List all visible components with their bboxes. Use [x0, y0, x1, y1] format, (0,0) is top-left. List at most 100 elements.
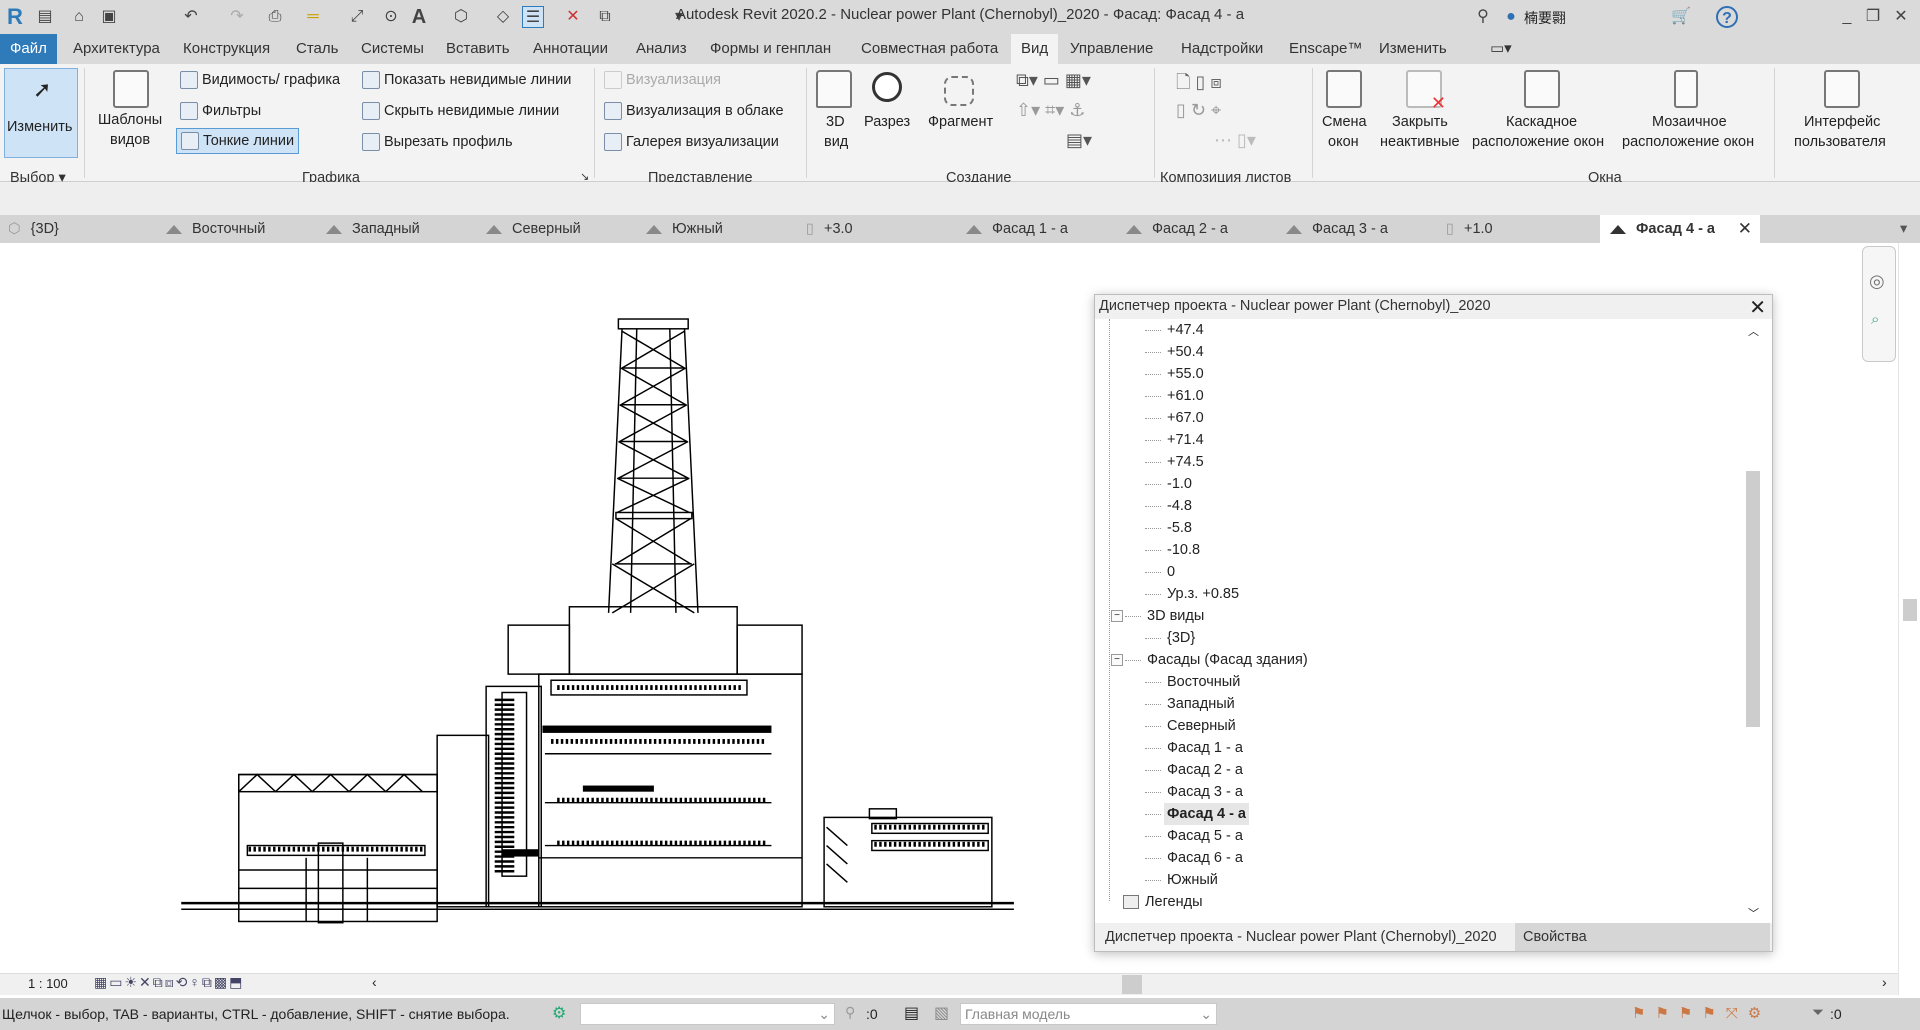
close-inactive-icon[interactable]: ✕ [1406, 70, 1446, 113]
schedule-icon[interactable]: ▤▾ [1066, 130, 1092, 151]
level-item[interactable]: -1.0 [1167, 473, 1192, 495]
view-templates-label-1[interactable]: Шаблоны [98, 112, 162, 128]
view-tab-north[interactable]: Северный [486, 215, 581, 243]
tab-systems[interactable]: Системы [351, 34, 434, 64]
view-templates-label-2[interactable]: видов [110, 132, 150, 148]
view-tab-facade-2[interactable]: Фасад 2 - а [1126, 215, 1228, 243]
create-small-icons[interactable]: ⧉▾ ▭ ▦▾ [1016, 70, 1091, 91]
tab-structure[interactable]: Конструкция [173, 34, 280, 64]
scale-button[interactable]: 1 : 100 [28, 976, 68, 991]
level-item[interactable]: +71.4 [1167, 429, 1204, 451]
tab-project-browser[interactable]: Диспетчер проекта - Nuclear power Plant … [1097, 923, 1505, 951]
tile-label-2[interactable]: расположение окон [1622, 134, 1754, 150]
visibility-graphics-button[interactable]: Видимость/ графика [180, 71, 340, 89]
modify-button[interactable]: ➚ Изменить [4, 68, 78, 158]
level-item[interactable]: -10.8 [1167, 539, 1200, 561]
tab-modify[interactable]: Изменить [1369, 34, 1457, 64]
group-facades[interactable]: Фасады (Фасад здания) [1147, 649, 1308, 671]
view-templates-icon[interactable] [113, 70, 149, 108]
tab-steel[interactable]: Сталь [286, 34, 348, 64]
workset-select[interactable]: ⌄ [580, 1003, 835, 1025]
zoom-icon[interactable]: ⌕ [1871, 311, 1879, 328]
project-browser-close-button[interactable]: ✕ [1749, 295, 1766, 320]
editable-only-icon[interactable]: ⚲ [845, 1004, 855, 1021]
tab-massing[interactable]: Формы и генплан [700, 34, 841, 64]
tab-file[interactable]: Файл [0, 34, 57, 64]
facade-item[interactable]: Фасад 4 - а [1164, 803, 1249, 825]
facade-item[interactable]: Фасад 6 - а [1167, 847, 1243, 869]
user-interface-icon[interactable] [1824, 70, 1860, 108]
design-options-icon[interactable]: ▤ [904, 1003, 919, 1023]
tab-annotate[interactable]: Аннотации [523, 34, 618, 64]
cascade-label-2[interactable]: расположение окон [1472, 134, 1604, 150]
tab-enscape[interactable]: Enscape™ [1279, 34, 1372, 64]
tile-label-1[interactable]: Мозаичное [1652, 114, 1727, 130]
navigation-bar[interactable]: ◎ ⌕ [1862, 246, 1896, 362]
level-item[interactable]: +47.4 [1167, 319, 1204, 341]
callout-label[interactable]: Фрагмент [928, 114, 993, 130]
filter-icon[interactable]: ⏷ [1812, 1004, 1824, 1021]
close-tab-icon[interactable]: ✕ [1738, 215, 1752, 243]
view-tab-facade-3[interactable]: Фасад 3 - а [1286, 215, 1388, 243]
level-item[interactable]: +50.4 [1167, 341, 1204, 363]
user-interface-label-2[interactable]: пользователя [1794, 134, 1886, 150]
3d-view-label-1[interactable]: 3D [826, 114, 845, 130]
3d-view-label-2[interactable]: вид [824, 134, 848, 150]
scroll-down-icon[interactable]: ﹀ [1748, 905, 1759, 921]
cascade-label-1[interactable]: Каскадное [1506, 114, 1577, 130]
group-legends[interactable]: Легенды [1123, 891, 1203, 913]
scroll-up-icon[interactable]: ︿ [1748, 323, 1759, 339]
render-cloud-button[interactable]: Визуализация в облаке [604, 102, 784, 120]
view-tab-facade-1[interactable]: Фасад 1 - а [966, 215, 1068, 243]
view-tab-3d[interactable]: ⬡ {3D} [8, 215, 59, 243]
sheet-icons-3[interactable]: ⋯ ▯▾ [1214, 130, 1256, 151]
close-inactive-label-1[interactable]: Закрыть [1392, 114, 1448, 130]
horizontal-scroll-thumb[interactable] [1122, 975, 1142, 994]
restore-button[interactable]: ❐ [1862, 6, 1884, 28]
minimize-button[interactable]: _ [1836, 6, 1858, 28]
view-tab-south[interactable]: Южный [646, 215, 723, 243]
level-item[interactable]: Ур.з. +0.85 [1167, 583, 1239, 605]
scroll-left-icon[interactable]: ‹ [372, 974, 377, 990]
tab-addins[interactable]: Надстройки [1171, 34, 1273, 64]
scroll-thumb[interactable] [1746, 471, 1760, 727]
sheet-icons-1[interactable]: 🗋 ▯ ⧈ [1176, 70, 1222, 100]
level-item[interactable]: 0 [1167, 561, 1175, 583]
facade-item[interactable]: Фасад 3 - а [1167, 781, 1243, 803]
section-icon[interactable] [872, 72, 902, 102]
tab-properties[interactable]: Свойства [1515, 923, 1770, 951]
exclude-options-icon[interactable]: ▧ [934, 1003, 949, 1023]
filters-button[interactable]: Фильтры [180, 102, 261, 120]
tab-overflow-icon[interactable]: ▾ [1900, 215, 1907, 243]
help-icon[interactable]: ? [1716, 6, 1738, 28]
hide-hidden-lines-button[interactable]: Скрыть невидимые линии [362, 102, 559, 120]
view-tab-west[interactable]: Западный [326, 215, 420, 243]
collapse-toggle[interactable]: − [1111, 610, 1123, 622]
user-name[interactable]: 楠要翾 [1524, 8, 1566, 28]
cascade-icon[interactable] [1524, 70, 1560, 108]
facade-item[interactable]: Фасад 1 - а [1167, 737, 1243, 759]
3d-view-house-icon[interactable] [816, 70, 852, 108]
view-control-icons[interactable]: ▦▭☀✕⧉⧈⟲♀⧉▩⬒ [94, 974, 244, 991]
cart-icon[interactable]: 🛒 [1670, 6, 1692, 28]
tab-manage[interactable]: Управление [1060, 34, 1163, 64]
scroll-right-icon[interactable]: › [1882, 974, 1887, 990]
facade-item[interactable]: Северный [1167, 715, 1236, 737]
facade-item[interactable]: Западный [1167, 693, 1235, 715]
facade-item[interactable]: Восточный [1167, 671, 1240, 693]
user-interface-label-1[interactable]: Интерфейс [1804, 114, 1880, 130]
sheet-icons-2[interactable]: ▯ ↻ ⌖ [1176, 100, 1221, 121]
canvas-vertical-scrollbar[interactable] [1898, 243, 1920, 995]
selection-filter-icons[interactable]: ⚑⚑⚑⚑⤧⚙ [1632, 1004, 1771, 1022]
tab-view[interactable]: Вид [1011, 34, 1059, 64]
level-item[interactable]: +67.0 [1167, 407, 1204, 429]
steering-wheel-icon[interactable]: ◎ [1869, 271, 1885, 292]
worksets-icon[interactable]: ⚙ [552, 1003, 566, 1023]
view-tab-facade-4[interactable]: Фасад 4 - а ✕ [1600, 215, 1760, 243]
cut-profile-button[interactable]: Вырезать профиль [362, 133, 513, 151]
view-item[interactable]: {3D} [1167, 627, 1195, 649]
render-gallery-button[interactable]: Галерея визуализации [604, 133, 779, 151]
ribbon-minimize-toggle[interactable]: ▭▾ [1480, 34, 1522, 64]
tab-analyze[interactable]: Анализ [626, 34, 697, 64]
level-item[interactable]: -4.8 [1167, 495, 1192, 517]
